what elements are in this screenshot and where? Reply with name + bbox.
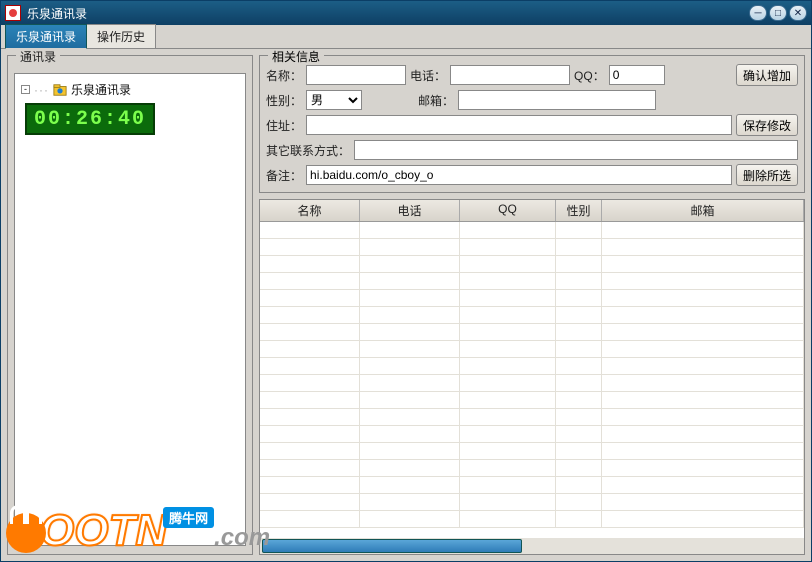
table-row[interactable] xyxy=(260,511,804,528)
col-mail[interactable]: 邮箱 xyxy=(602,200,804,221)
addr-input[interactable] xyxy=(306,115,732,135)
close-button[interactable]: ✕ xyxy=(789,5,807,21)
table-row[interactable] xyxy=(260,273,804,290)
name-input[interactable] xyxy=(306,65,406,85)
window-title: 乐泉通讯录 xyxy=(27,5,749,22)
table-row[interactable] xyxy=(260,460,804,477)
tel-label: 电话： xyxy=(410,67,446,84)
table-row[interactable] xyxy=(260,290,804,307)
info-group-title: 相关信息 xyxy=(268,49,324,65)
table-row[interactable] xyxy=(260,256,804,273)
tab-contacts[interactable]: 乐泉通讯录 xyxy=(5,24,87,49)
tabstrip: 乐泉通讯录 操作历史 xyxy=(1,25,811,49)
folder-icon xyxy=(53,83,67,97)
info-group: 相关信息 名称： 电话： QQ： 确认增加 性别： xyxy=(259,55,805,193)
tel-input[interactable] xyxy=(450,65,570,85)
sex-label: 性别： xyxy=(266,92,302,109)
table-row[interactable] xyxy=(260,222,804,239)
digital-clock: 00:26:40 xyxy=(25,103,155,135)
mail-input[interactable] xyxy=(458,90,656,110)
other-label: 其它联系方式： xyxy=(266,142,350,159)
table-row[interactable] xyxy=(260,324,804,341)
contacts-grid: 名称 电话 QQ 性别 邮箱 xyxy=(259,199,805,555)
add-button[interactable]: 确认增加 xyxy=(736,64,798,86)
delete-button[interactable]: 删除所选 xyxy=(736,164,798,186)
col-qq[interactable]: QQ xyxy=(460,200,556,221)
table-row[interactable] xyxy=(260,477,804,494)
grid-body[interactable] xyxy=(260,222,804,538)
save-button[interactable]: 保存修改 xyxy=(736,114,798,136)
other-input[interactable] xyxy=(354,140,798,160)
col-name[interactable]: 名称 xyxy=(260,200,360,221)
left-group-title: 通讯录 xyxy=(16,49,60,65)
app-window: 乐泉通讯录 ─ □ ✕ 乐泉通讯录 操作历史 通讯录 - ··· 乐泉通讯录 0… xyxy=(0,0,812,562)
col-tel[interactable]: 电话 xyxy=(360,200,460,221)
grid-header: 名称 电话 QQ 性别 邮箱 xyxy=(260,200,804,222)
tree-toggle-icon[interactable]: - xyxy=(21,85,30,94)
horizontal-scrollbar[interactable] xyxy=(260,538,804,554)
name-label: 名称： xyxy=(266,67,302,84)
table-row[interactable] xyxy=(260,494,804,511)
addr-label: 住址： xyxy=(266,117,302,134)
table-row[interactable] xyxy=(260,358,804,375)
sex-select[interactable]: 男 xyxy=(306,90,362,110)
app-icon xyxy=(5,5,21,21)
scrollbar-thumb[interactable] xyxy=(262,539,522,553)
tree-root-item[interactable]: - ··· 乐泉通讯录 xyxy=(19,80,241,99)
table-row[interactable] xyxy=(260,307,804,324)
minimize-button[interactable]: ─ xyxy=(749,5,767,21)
tree-root-label: 乐泉通讯录 xyxy=(71,81,131,98)
table-row[interactable] xyxy=(260,341,804,358)
note-label: 备注： xyxy=(266,167,302,184)
col-sex[interactable]: 性别 xyxy=(556,200,602,221)
left-panel: 通讯录 - ··· 乐泉通讯录 00:26:40 xyxy=(7,55,253,555)
note-input[interactable] xyxy=(306,165,732,185)
qq-input[interactable] xyxy=(609,65,665,85)
titlebar: 乐泉通讯录 ─ □ ✕ xyxy=(1,1,811,25)
table-row[interactable] xyxy=(260,443,804,460)
maximize-button[interactable]: □ xyxy=(769,5,787,21)
table-row[interactable] xyxy=(260,409,804,426)
table-row[interactable] xyxy=(260,239,804,256)
right-panel: 相关信息 名称： 电话： QQ： 确认增加 性别： xyxy=(259,55,805,555)
table-row[interactable] xyxy=(260,375,804,392)
tab-history[interactable]: 操作历史 xyxy=(86,24,156,48)
table-row[interactable] xyxy=(260,426,804,443)
contacts-tree[interactable]: - ··· 乐泉通讯录 00:26:40 xyxy=(14,73,246,546)
mail-label: 邮箱： xyxy=(418,92,454,109)
table-row[interactable] xyxy=(260,392,804,409)
qq-label: QQ： xyxy=(574,67,605,84)
